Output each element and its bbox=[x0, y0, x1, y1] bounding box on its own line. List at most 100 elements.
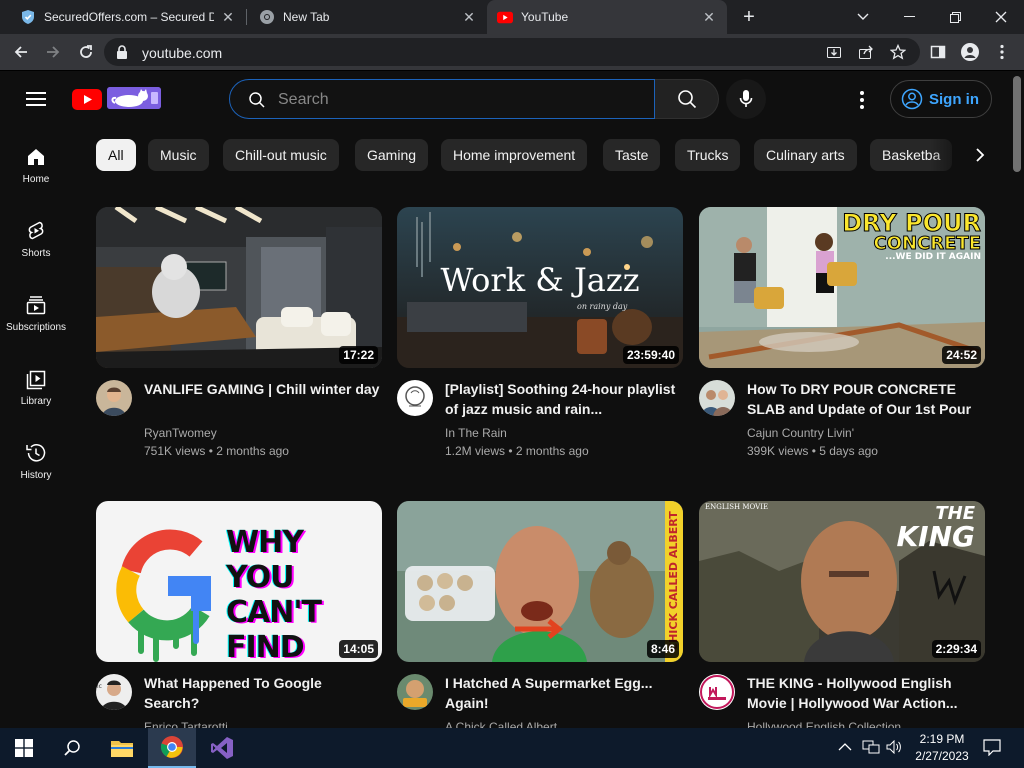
channel-avatar[interactable] bbox=[397, 674, 433, 710]
chip-all[interactable]: All bbox=[96, 139, 136, 171]
address-bar[interactable]: youtube.com bbox=[104, 38, 920, 66]
video-card[interactable]: 17:22 VANLIFE GAMING | Chill winter day … bbox=[96, 207, 382, 458]
chip-chill-out-music[interactable]: Chill-out music bbox=[223, 139, 339, 171]
forward-button[interactable] bbox=[41, 40, 65, 64]
video-thumbnail[interactable]: WHY YOU CAN'T FIND ANYTHING 14:05 bbox=[96, 501, 382, 662]
history-icon bbox=[26, 444, 46, 462]
side-panel-icon[interactable] bbox=[926, 40, 950, 64]
video-card[interactable]: CHICK CALLED ALBERT 8:46 I Hatched A Sup… bbox=[397, 501, 683, 728]
video-card[interactable]: DRY POUR CONCRETE ...WE DID IT AGAIN 24:… bbox=[699, 207, 985, 458]
youtube-logo-icon[interactable] bbox=[72, 89, 102, 115]
page-scrollbar[interactable] bbox=[1010, 72, 1024, 728]
volume-icon[interactable] bbox=[886, 739, 902, 757]
channel-name[interactable]: Hollywood English Collection bbox=[747, 720, 901, 728]
sidebar-item-subscriptions[interactable]: Subscriptions bbox=[0, 288, 72, 358]
channel-avatar[interactable] bbox=[699, 674, 735, 710]
chip-home-improvement[interactable]: Home improvement bbox=[441, 139, 588, 171]
browser-tab-securedoffers[interactable]: SecuredOffers.com – Secured Do ✕ bbox=[0, 0, 246, 34]
close-tab-icon[interactable]: ✕ bbox=[701, 9, 717, 25]
chip-gaming[interactable]: Gaming bbox=[355, 139, 429, 171]
channel-name[interactable]: Cajun Country Livin' bbox=[747, 426, 854, 440]
search-button[interactable] bbox=[655, 79, 719, 119]
channel-avatar[interactable] bbox=[397, 380, 433, 416]
chip-trucks[interactable]: Trucks bbox=[675, 139, 741, 171]
browser-tab-youtube[interactable]: YouTube ✕ bbox=[487, 0, 727, 34]
youtube-page: Sign in Home Shorts Subscriptions Librar… bbox=[0, 72, 1024, 728]
url-text: youtube.com bbox=[142, 45, 223, 61]
doodle-logo-icon[interactable] bbox=[107, 87, 161, 109]
sign-in-button[interactable]: Sign in bbox=[890, 80, 992, 118]
video-title[interactable]: How To DRY POUR CONCRETE SLAB and Update… bbox=[747, 379, 983, 419]
windows-taskbar: 2:19 PM 2/27/2023 bbox=[0, 728, 1024, 768]
close-tab-icon[interactable]: ✕ bbox=[220, 9, 236, 25]
scrollbar-thumb[interactable] bbox=[1013, 76, 1021, 172]
reload-button[interactable] bbox=[74, 40, 98, 64]
thumbnail-caption-line: KING bbox=[896, 520, 975, 553]
channel-avatar[interactable] bbox=[96, 380, 132, 416]
system-clock[interactable]: 2:19 PM 2/27/2023 bbox=[905, 731, 979, 765]
taskbar-visual-studio[interactable] bbox=[198, 728, 246, 768]
back-button[interactable] bbox=[9, 40, 33, 64]
taskbar-chrome[interactable] bbox=[148, 728, 196, 768]
guide-menu-icon[interactable] bbox=[26, 92, 46, 106]
video-thumbnail[interactable]: DRY POUR CONCRETE ...WE DID IT AGAIN 24:… bbox=[699, 207, 985, 368]
thumbnail-caption: Work & Jazz bbox=[440, 261, 640, 299]
chip-taste[interactable]: Taste bbox=[603, 139, 661, 171]
chrome-favicon-icon bbox=[259, 9, 275, 25]
channel-name[interactable]: In The Rain bbox=[445, 426, 507, 440]
shorts-icon bbox=[28, 221, 44, 240]
video-thumbnail[interactable]: CHICK CALLED ALBERT 8:46 bbox=[397, 501, 683, 662]
upload-age: 2 months ago bbox=[515, 444, 589, 458]
taskbar-search-button[interactable] bbox=[48, 728, 96, 768]
voice-search-button[interactable] bbox=[726, 79, 766, 119]
upload-age: 2 months ago bbox=[216, 444, 289, 458]
video-thumbnail[interactable]: Work & Jazz on rainy day 23:59:40 bbox=[397, 207, 683, 368]
channel-name[interactable]: A Chick Called Albert bbox=[445, 720, 557, 728]
video-title[interactable]: THE KING - Hollywood English Movie | Hol… bbox=[747, 673, 983, 713]
chip-culinary-arts[interactable]: Culinary arts bbox=[754, 139, 857, 171]
start-button[interactable] bbox=[0, 728, 48, 768]
video-title[interactable]: I Hatched A Supermarket Egg... Again! bbox=[445, 673, 681, 713]
lock-icon[interactable] bbox=[116, 45, 128, 64]
minimize-button[interactable] bbox=[886, 0, 932, 34]
video-title[interactable]: [Playlist] Soothing 24-hour playlist of … bbox=[445, 379, 681, 419]
network-icon[interactable] bbox=[862, 740, 880, 757]
new-tab-button[interactable]: + bbox=[738, 6, 760, 28]
video-card[interactable]: WHY YOU CAN'T FIND ANYTHING 14:05 ic Wha… bbox=[96, 501, 382, 728]
video-thumbnail[interactable]: 17:22 bbox=[96, 207, 382, 368]
close-window-button[interactable] bbox=[978, 0, 1024, 34]
channel-avatar[interactable] bbox=[699, 380, 735, 416]
channel-name[interactable]: RyanTwomey bbox=[144, 426, 217, 440]
video-title[interactable]: What Happened To Google Search? bbox=[144, 673, 380, 713]
video-card[interactable]: ENGLISH MOVIE THE KING 2:29:34 THE KING … bbox=[699, 501, 985, 728]
profile-icon[interactable] bbox=[958, 40, 982, 64]
channel-avatar[interactable]: ic bbox=[96, 674, 132, 710]
install-app-icon[interactable] bbox=[822, 40, 846, 64]
notification-center-icon[interactable] bbox=[983, 739, 1001, 759]
taskbar-file-explorer[interactable] bbox=[98, 728, 146, 768]
channel-name[interactable]: Enrico Tartarotti bbox=[144, 720, 228, 728]
search-input[interactable] bbox=[278, 89, 638, 111]
bookmark-star-icon[interactable] bbox=[886, 40, 910, 64]
chip-music[interactable]: Music bbox=[148, 139, 209, 171]
video-thumbnail[interactable]: ENGLISH MOVIE THE KING 2:29:34 bbox=[699, 501, 985, 662]
sidebar-label: Shorts bbox=[21, 248, 51, 259]
video-title[interactable]: VANLIFE GAMING | Chill winter day bbox=[144, 379, 380, 399]
show-hidden-icons-chevron-icon[interactable] bbox=[838, 740, 852, 755]
share-icon[interactable] bbox=[854, 40, 878, 64]
sidebar-item-home[interactable]: Home bbox=[0, 140, 72, 210]
browser-menu-icon[interactable] bbox=[990, 40, 1014, 64]
close-tab-icon[interactable]: ✕ bbox=[461, 9, 477, 25]
sidebar-item-shorts[interactable]: Shorts bbox=[0, 214, 72, 284]
browser-tab-newtab[interactable]: New Tab ✕ bbox=[247, 0, 487, 34]
thumbnail-caption-line: CONCRETE bbox=[873, 233, 982, 254]
video-card[interactable]: Work & Jazz on rainy day 23:59:40 [Playl… bbox=[397, 207, 683, 458]
sidebar-item-history[interactable]: History bbox=[0, 436, 72, 506]
settings-kebab-icon[interactable] bbox=[850, 88, 874, 112]
thumbnail-caption: CHICK CALLED ALBERT bbox=[667, 511, 680, 652]
chrome-icon bbox=[160, 736, 183, 758]
chevron-right-icon[interactable] bbox=[968, 143, 992, 167]
sidebar-item-library[interactable]: Library bbox=[0, 362, 72, 432]
restore-button[interactable] bbox=[932, 0, 978, 34]
tab-search-chevron-icon[interactable] bbox=[840, 0, 886, 34]
